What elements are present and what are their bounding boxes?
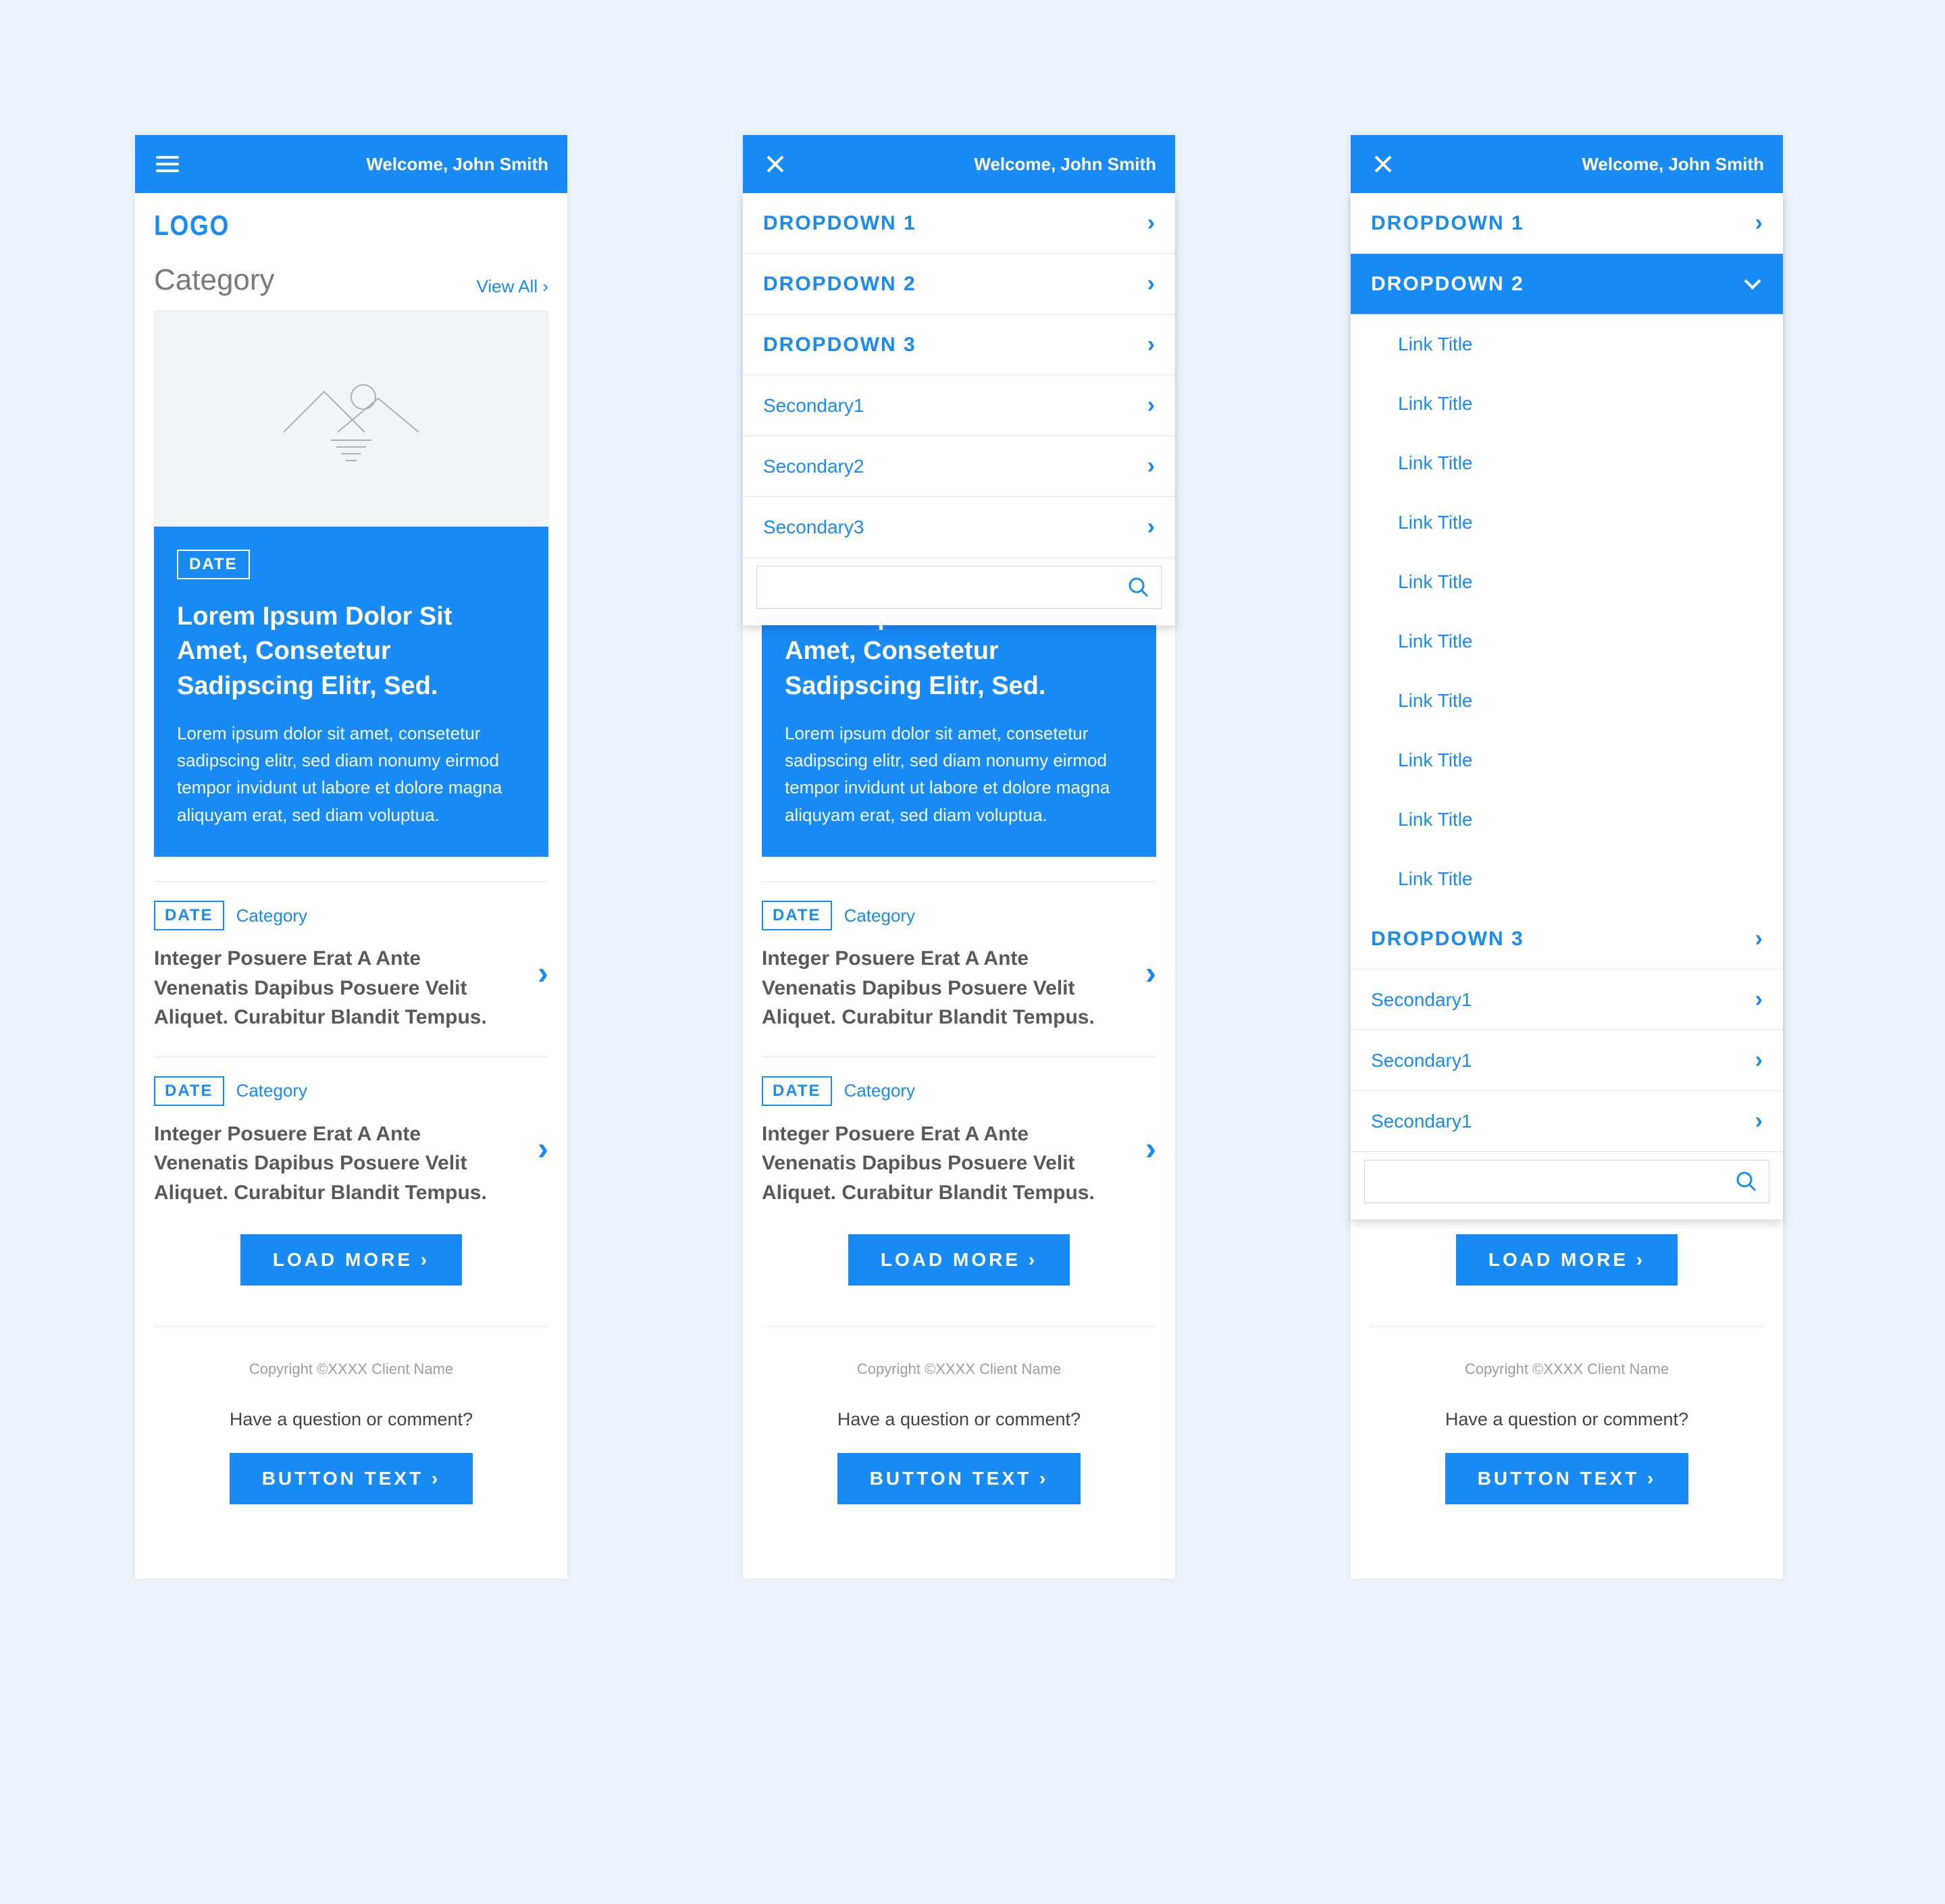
menu-icon[interactable] <box>154 151 181 178</box>
chevron-right-icon: › <box>1147 271 1155 297</box>
secondary-link[interactable]: Secondary1 › <box>1351 970 1783 1030</box>
item-title: Integer Posuere Erat A Ante Venenatis Da… <box>762 944 1122 1032</box>
sublink[interactable]: Link Title <box>1351 552 1783 612</box>
item-date-chip: DATE <box>762 1076 832 1106</box>
chevron-right-icon: › <box>1147 453 1155 479</box>
footer-button[interactable]: BUTTON TEXT <box>837 1453 1081 1504</box>
footer: Copyright ©XXXX Client Name Have a quest… <box>762 1326 1156 1538</box>
topbar: Welcome, John Smith <box>743 135 1175 193</box>
nav-menu-panel: DROPDOWN 1 › DROPDOWN 2 › DROPDOWN 3 › S… <box>743 193 1175 625</box>
mobile-screen-menu-open: Welcome, John Smith DROPDOWN 1 › DROPDOW… <box>743 135 1175 1579</box>
footer: Copyright ©XXXX Client Name Have a quest… <box>154 1326 548 1538</box>
chevron-right-icon: › <box>1755 986 1763 1013</box>
footer-question: Have a question or comment? <box>154 1409 548 1430</box>
divider <box>154 881 548 882</box>
secondary-link[interactable]: Secondary1 › <box>1351 1030 1783 1091</box>
search-icon <box>1735 1170 1758 1193</box>
secondary-link[interactable]: Secondary1 › <box>1351 1091 1783 1152</box>
item-title: Integer Posuere Erat A Ante Venenatis Da… <box>154 944 515 1032</box>
welcome-text: Welcome, John Smith <box>1582 154 1764 175</box>
dropdown-3[interactable]: DROPDOWN 3 › <box>1351 909 1783 970</box>
footer-button[interactable]: BUTTON TEXT <box>230 1453 473 1504</box>
list-item[interactable]: DATE Category Integer Posuere Erat A Ant… <box>762 901 1156 1032</box>
sublink[interactable]: Link Title <box>1351 790 1783 849</box>
hero-title: Lorem Ipsum Dolor Sit Amet, Consetetur S… <box>177 600 525 704</box>
copyright-text: Copyright ©XXXX Client Name <box>1370 1360 1764 1378</box>
item-date-chip: DATE <box>154 901 224 930</box>
hero-date-chip: DATE <box>177 550 250 579</box>
secondary-link[interactable]: Secondary2 › <box>743 436 1175 497</box>
item-category: Category <box>844 1080 916 1101</box>
sublink[interactable]: Link Title <box>1351 731 1783 790</box>
search-input[interactable] <box>756 566 1162 609</box>
footer: Copyright ©XXXX Client Name Have a quest… <box>1370 1326 1764 1538</box>
section-title: Category <box>154 263 275 297</box>
chevron-right-icon: › <box>538 1130 548 1167</box>
item-title: Integer Posuere Erat A Ante Venenatis Da… <box>154 1119 515 1208</box>
chevron-right-icon: › <box>1755 1108 1763 1134</box>
footer-question: Have a question or comment? <box>762 1409 1156 1430</box>
item-date-chip: DATE <box>154 1076 224 1106</box>
search-input[interactable] <box>1364 1160 1769 1203</box>
chevron-right-icon: › <box>1147 332 1155 358</box>
copyright-text: Copyright ©XXXX Client Name <box>154 1360 548 1378</box>
chevron-right-icon: › <box>1147 514 1155 540</box>
search-icon <box>1127 576 1150 599</box>
hero-image-placeholder <box>154 311 548 527</box>
copyright-text: Copyright ©XXXX Client Name <box>762 1360 1156 1378</box>
dropdown-2[interactable]: DROPDOWN 2 › <box>743 254 1175 315</box>
hero-body: Lorem ipsum dolor sit amet, consetetur s… <box>177 720 525 828</box>
item-date-chip: DATE <box>762 901 832 930</box>
sublink[interactable]: Link Title <box>1351 671 1783 731</box>
welcome-text: Welcome, John Smith <box>366 154 548 175</box>
footer-question: Have a question or comment? <box>1370 1409 1764 1430</box>
topbar: Welcome, John Smith <box>1351 135 1783 193</box>
item-category: Category <box>844 905 916 926</box>
chevron-right-icon: › <box>1145 1130 1156 1167</box>
nav-menu-panel: DROPDOWN 1 › DROPDOWN 2 Link Title Link … <box>1351 193 1783 1219</box>
sublink[interactable]: Link Title <box>1351 612 1783 671</box>
hero-body: Lorem ipsum dolor sit amet, consetetur s… <box>785 720 1133 828</box>
item-title: Integer Posuere Erat A Ante Venenatis Da… <box>762 1119 1122 1208</box>
divider <box>762 881 1156 882</box>
view-all-link[interactable]: View All <box>477 276 548 297</box>
sublink[interactable]: Link Title <box>1351 315 1783 374</box>
sublink[interactable]: Link Title <box>1351 433 1783 493</box>
item-category: Category <box>236 905 308 926</box>
dropdown-2-expanded[interactable]: DROPDOWN 2 <box>1351 254 1783 315</box>
chevron-right-icon: › <box>1755 210 1763 236</box>
chevron-right-icon: › <box>538 955 548 993</box>
close-icon[interactable] <box>762 151 789 178</box>
list-item[interactable]: DATE Category Integer Posuere Erat A Ant… <box>762 1076 1156 1208</box>
logo: LOGO <box>154 209 489 242</box>
dropdown-3[interactable]: DROPDOWN 3 › <box>743 315 1175 375</box>
list-item[interactable]: DATE Category Integer Posuere Erat A Ant… <box>154 1076 548 1208</box>
sublink[interactable]: Link Title <box>1351 374 1783 433</box>
load-more-button[interactable]: LOAD MORE <box>1456 1234 1678 1286</box>
load-more-button[interactable]: LOAD MORE <box>848 1234 1070 1286</box>
list-item[interactable]: DATE Category Integer Posuere Erat A Ant… <box>154 901 548 1032</box>
mobile-screen-closed: Welcome, John Smith LOGO Category View A… <box>135 135 567 1579</box>
secondary-link[interactable]: Secondary1 › <box>743 375 1175 436</box>
chevron-right-icon: › <box>1755 1047 1763 1074</box>
footer-button[interactable]: BUTTON TEXT <box>1445 1453 1689 1504</box>
dropdown-1[interactable]: DROPDOWN 1 › <box>1351 193 1783 254</box>
mobile-screen-menu-expanded: Welcome, John Smith DROPDOWN 1 › DROPDOW… <box>1351 135 1783 1579</box>
secondary-link[interactable]: Secondary3 › <box>743 497 1175 558</box>
chevron-right-icon: › <box>1145 955 1156 993</box>
close-icon[interactable] <box>1370 151 1397 178</box>
chevron-right-icon: › <box>1755 926 1763 952</box>
chevron-right-icon: › <box>1147 392 1155 419</box>
sublink[interactable]: Link Title <box>1351 849 1783 909</box>
dropdown-1[interactable]: DROPDOWN 1 › <box>743 193 1175 254</box>
chevron-right-icon: › <box>1147 210 1155 236</box>
item-category: Category <box>236 1080 308 1101</box>
hero-card[interactable]: DATE Lorem Ipsum Dolor Sit Amet, Consete… <box>154 527 548 857</box>
sublink[interactable]: Link Title <box>1351 493 1783 552</box>
load-more-button[interactable]: LOAD MORE <box>240 1234 462 1286</box>
chevron-down-icon <box>1742 271 1763 297</box>
welcome-text: Welcome, John Smith <box>974 154 1156 175</box>
topbar: Welcome, John Smith <box>135 135 567 193</box>
mountain-icon <box>263 365 439 473</box>
